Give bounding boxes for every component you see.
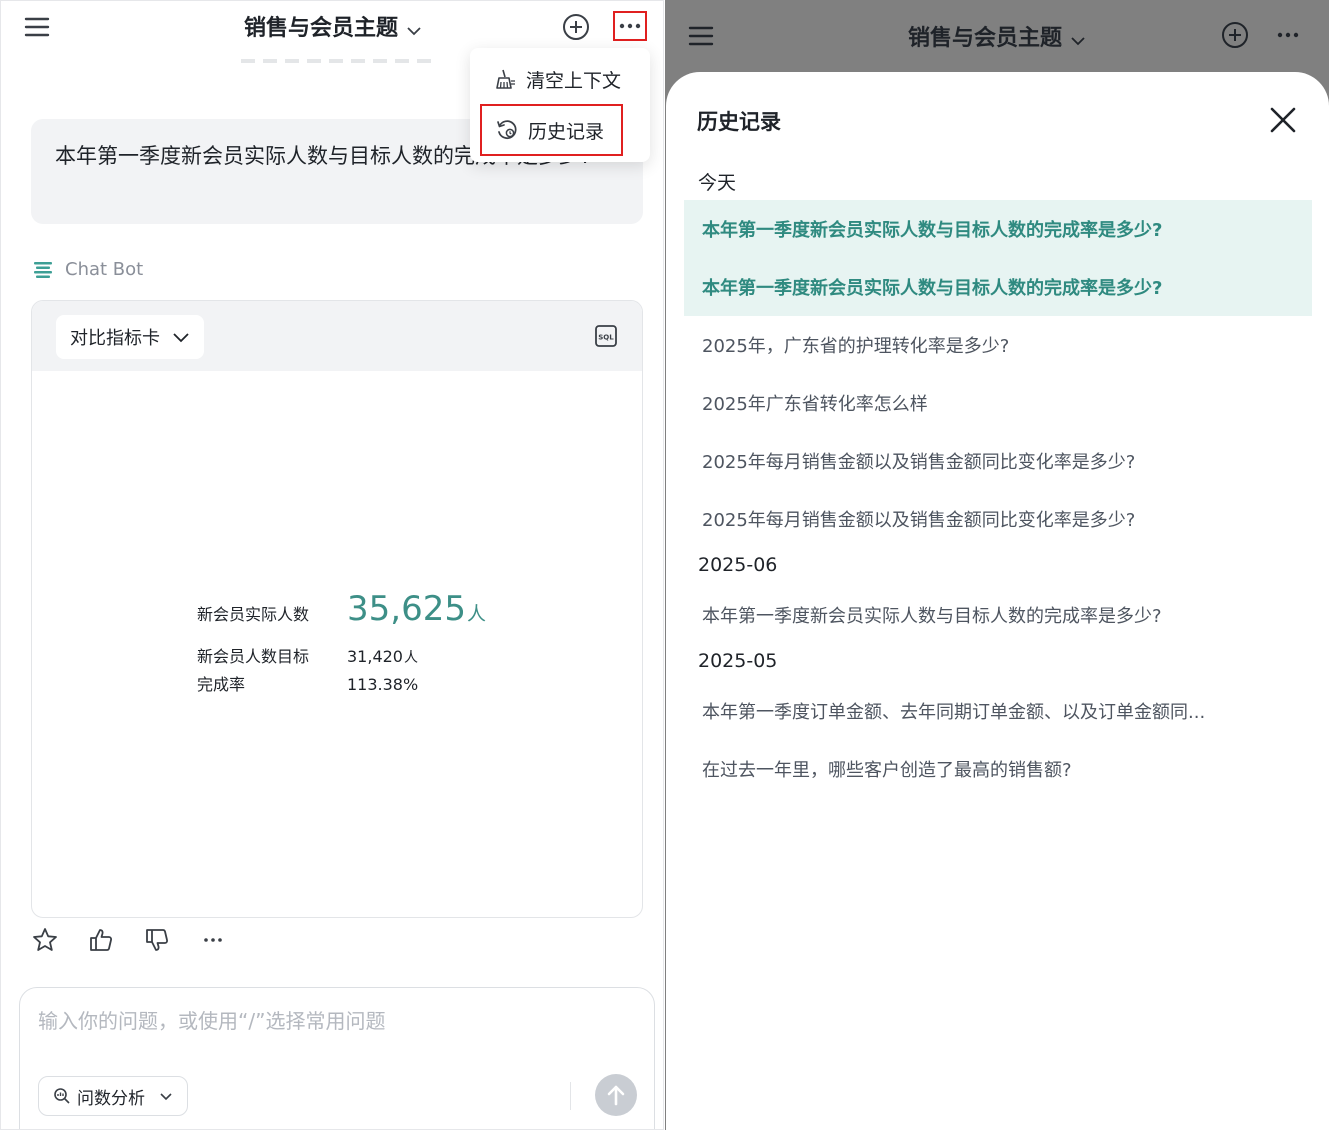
more-menu-dropdown: 清空上下文 历史记录 xyxy=(470,48,650,162)
metric-unit: 人 xyxy=(403,650,418,666)
metric-row-actual: 新会员实际人数 35,625 人 xyxy=(197,589,486,629)
metric-label: 完成率 xyxy=(197,675,246,694)
history-item[interactable]: 2025年，广东省的护理转化率是多少? xyxy=(684,316,1312,374)
thumbs-down-icon[interactable] xyxy=(143,926,171,954)
metric-label: 新会员人数目标 xyxy=(197,647,310,666)
page-title-text: 销售与会员主题 xyxy=(907,26,1062,51)
bot-label: Chat Bot xyxy=(33,259,143,280)
metric-unit: 人 xyxy=(466,603,486,625)
menu-item-label: 历史记录 xyxy=(528,120,605,143)
chart-type-label: 对比指标卡 xyxy=(70,328,160,349)
metric-value: 31,420 xyxy=(347,647,403,666)
question-input-box: 问数分析 xyxy=(19,987,655,1129)
answer-card: 对比指标卡 SQL 新会员实际人数 35,625 人 新会员人数目标 31,420… xyxy=(31,300,643,918)
history-icon xyxy=(497,120,517,139)
sheet-title: 历史记录 xyxy=(697,110,781,134)
metric-row-rate: 完成率 113.38% xyxy=(197,671,418,695)
chevron-down-icon xyxy=(406,17,422,42)
menu-item-clear-context[interactable]: 清空上下文 xyxy=(480,53,623,105)
svg-text:SQL: SQL xyxy=(598,334,614,342)
history-group-label: 今天 xyxy=(698,172,737,194)
sql-icon[interactable]: SQL xyxy=(594,324,618,352)
history-sheet: 历史记录 今天 本年第一季度新会员实际人数与目标人数的完成率是多少? 本年第一季… xyxy=(666,72,1329,1130)
obscured-timestamp xyxy=(241,59,431,63)
history-item[interactable]: 本年第一季度新会员实际人数与目标人数的完成率是多少? xyxy=(684,586,1312,644)
broom-icon xyxy=(496,69,515,89)
history-item[interactable]: 2025年广东省转化率怎么样 xyxy=(684,374,1312,432)
history-item[interactable]: 2025年每月销售金额以及销售金额同比变化率是多少? xyxy=(684,490,1312,548)
bot-icon xyxy=(34,261,52,278)
answer-actions xyxy=(31,926,255,954)
page-title-text: 销售与会员主题 xyxy=(243,16,398,41)
chart-type-select[interactable]: 对比指标卡 xyxy=(56,315,204,359)
plus-circle-icon[interactable] xyxy=(561,12,591,42)
metric-label: 新会员实际人数 xyxy=(197,605,310,624)
history-group-label: 2025-06 xyxy=(698,554,778,576)
star-icon[interactable] xyxy=(31,926,59,954)
analysis-mode-label: 问数分析 xyxy=(77,1088,145,1109)
history-item[interactable]: 本年第一季度新会员实际人数与目标人数的完成率是多少? xyxy=(684,258,1312,316)
metric-value: 113.38% xyxy=(347,675,419,694)
search-data-icon xyxy=(53,1087,71,1105)
card-toolbar: 对比指标卡 SQL xyxy=(32,301,642,371)
menu-item-history[interactable]: 历史记录 xyxy=(480,104,623,156)
bot-name: Chat Bot xyxy=(65,259,144,280)
more-icon[interactable] xyxy=(199,926,227,954)
metric-value: 35,625 xyxy=(347,589,466,629)
analysis-mode-select[interactable]: 问数分析 xyxy=(38,1076,188,1116)
history-item[interactable]: 本年第一季度订单金额、去年同期订单金额、以及订单金额同... xyxy=(684,682,1312,740)
close-icon[interactable] xyxy=(1265,102,1301,138)
send-button[interactable] xyxy=(595,1074,637,1116)
history-group-label: 2025-05 xyxy=(698,650,778,672)
history-panel: 销售与会员主题 历史记录 今天 本年第一季度新会员实际人数与目标人数的完成率是多… xyxy=(665,0,1329,1130)
history-item[interactable]: 2025年每月销售金额以及销售金额同比变化率是多少? xyxy=(684,432,1312,490)
metric-row-target: 新会员人数目标 31,420 人 xyxy=(197,643,418,667)
more-icon xyxy=(1273,22,1303,48)
input-divider xyxy=(570,1082,571,1110)
thumbs-up-icon[interactable] xyxy=(87,926,115,954)
history-item[interactable]: 本年第一季度新会员实际人数与目标人数的完成率是多少? xyxy=(684,200,1312,258)
more-icon[interactable] xyxy=(613,11,647,41)
chevron-down-icon xyxy=(159,1092,173,1101)
send-icon xyxy=(607,1085,625,1106)
plus-circle-icon xyxy=(1220,20,1250,50)
chevron-down-icon xyxy=(173,332,189,342)
chat-panel: 销售与会员主题 本年第一季度新会员实际人数与目标人数的完成率是多少? Chat … xyxy=(0,0,664,1130)
menu-item-label: 清空上下文 xyxy=(526,69,622,92)
history-item[interactable]: 在过去一年里，哪些客户创造了最高的销售额? xyxy=(684,740,1312,798)
chevron-down-icon xyxy=(1070,27,1086,52)
question-input[interactable] xyxy=(38,1006,598,1036)
